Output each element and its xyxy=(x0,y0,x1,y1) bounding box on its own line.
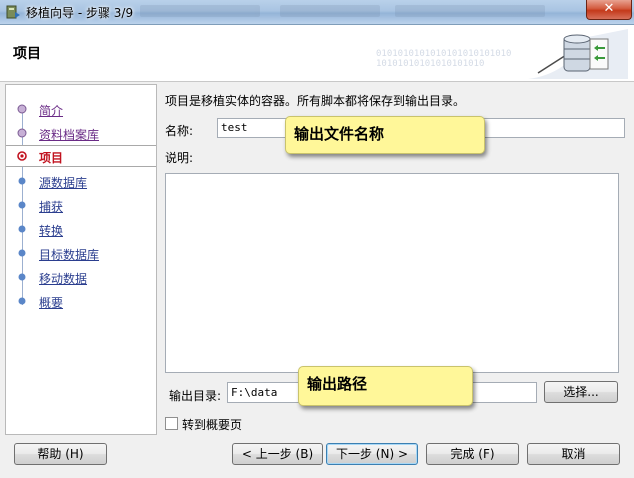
step-done-icon xyxy=(17,128,27,138)
step-future-icon xyxy=(18,249,26,257)
window-title: 移植向导 - 步骤 3/9 xyxy=(26,6,134,20)
step-label: 概要 xyxy=(39,296,64,310)
next-button[interactable]: 下一步 (N) > xyxy=(326,443,418,465)
step-label: 目标数据库 xyxy=(39,248,100,262)
step-capture[interactable]: 捕获 xyxy=(6,195,156,215)
header-binary-decoration: 0101010101010101010101010 10101010101010… xyxy=(376,49,512,69)
close-icon: ✕ xyxy=(603,1,615,16)
step-future-icon xyxy=(18,273,26,281)
output-dir-label: 输出目录: xyxy=(169,389,222,403)
step-repository[interactable]: 资料档案库 xyxy=(6,123,156,143)
database-migration-icon xyxy=(528,29,628,79)
step-label: 捕获 xyxy=(39,200,64,214)
step-convert[interactable]: 转换 xyxy=(6,219,156,239)
back-button[interactable]: < 上一步 (B) xyxy=(232,443,323,465)
description-label: 说明: xyxy=(165,151,194,165)
step-label: 转换 xyxy=(39,224,64,238)
finish-button[interactable]: 完成 (F) xyxy=(426,443,519,465)
step-label: 项目 xyxy=(39,151,64,165)
intro-text: 项目是移植实体的容器。所有脚本都将保存到输出目录。 xyxy=(165,94,466,108)
background-taskbar-ghost xyxy=(140,2,580,21)
step-source-database[interactable]: 源数据库 xyxy=(6,171,156,191)
step-future-icon xyxy=(18,201,26,209)
step-future-icon xyxy=(18,297,26,305)
output-path-callout: 输出路径 xyxy=(298,366,473,406)
step-label: 资料档案库 xyxy=(39,128,100,142)
page-title: 项目 xyxy=(13,46,41,62)
close-button[interactable]: ✕ xyxy=(586,0,632,20)
choose-dir-button[interactable]: 选择... xyxy=(544,381,618,403)
title-bar[interactable]: 移植向导 - 步骤 3/9 ✕ xyxy=(0,0,634,25)
name-label: 名称: xyxy=(165,124,194,138)
step-done-icon xyxy=(17,104,27,114)
wizard-button-bar: 帮助 (H) < 上一步 (B) 下一步 (N) > 完成 (F) 取消 xyxy=(0,437,634,478)
wizard-steps-panel: 简介 资料档案库 项目 源数据库 捕获 转换 目标数据库 移动数据 概要 xyxy=(5,84,157,435)
wizard-header: 项目 0101010101010101010101010 10101010101… xyxy=(0,25,634,82)
step-intro[interactable]: 简介 xyxy=(6,99,156,119)
step-label: 简介 xyxy=(39,104,64,118)
help-button[interactable]: 帮助 (H) xyxy=(14,443,107,465)
step-summary[interactable]: 概要 xyxy=(6,291,156,311)
step-move-data[interactable]: 移动数据 xyxy=(6,267,156,287)
cancel-button[interactable]: 取消 xyxy=(527,443,620,465)
step-future-icon xyxy=(18,177,26,185)
step-label: 移动数据 xyxy=(39,272,88,286)
goto-summary-checkbox[interactable] xyxy=(165,417,178,430)
step-target-database[interactable]: 目标数据库 xyxy=(6,243,156,263)
description-textarea[interactable] xyxy=(165,173,619,373)
step-project[interactable]: 项目 xyxy=(6,145,156,167)
output-filename-callout: 输出文件名称 xyxy=(285,116,485,154)
step-future-icon xyxy=(18,225,26,233)
app-icon xyxy=(6,5,20,19)
goto-summary-label: 转到概要页 xyxy=(182,418,243,432)
step-current-icon xyxy=(17,151,27,161)
step-label: 源数据库 xyxy=(39,176,88,190)
